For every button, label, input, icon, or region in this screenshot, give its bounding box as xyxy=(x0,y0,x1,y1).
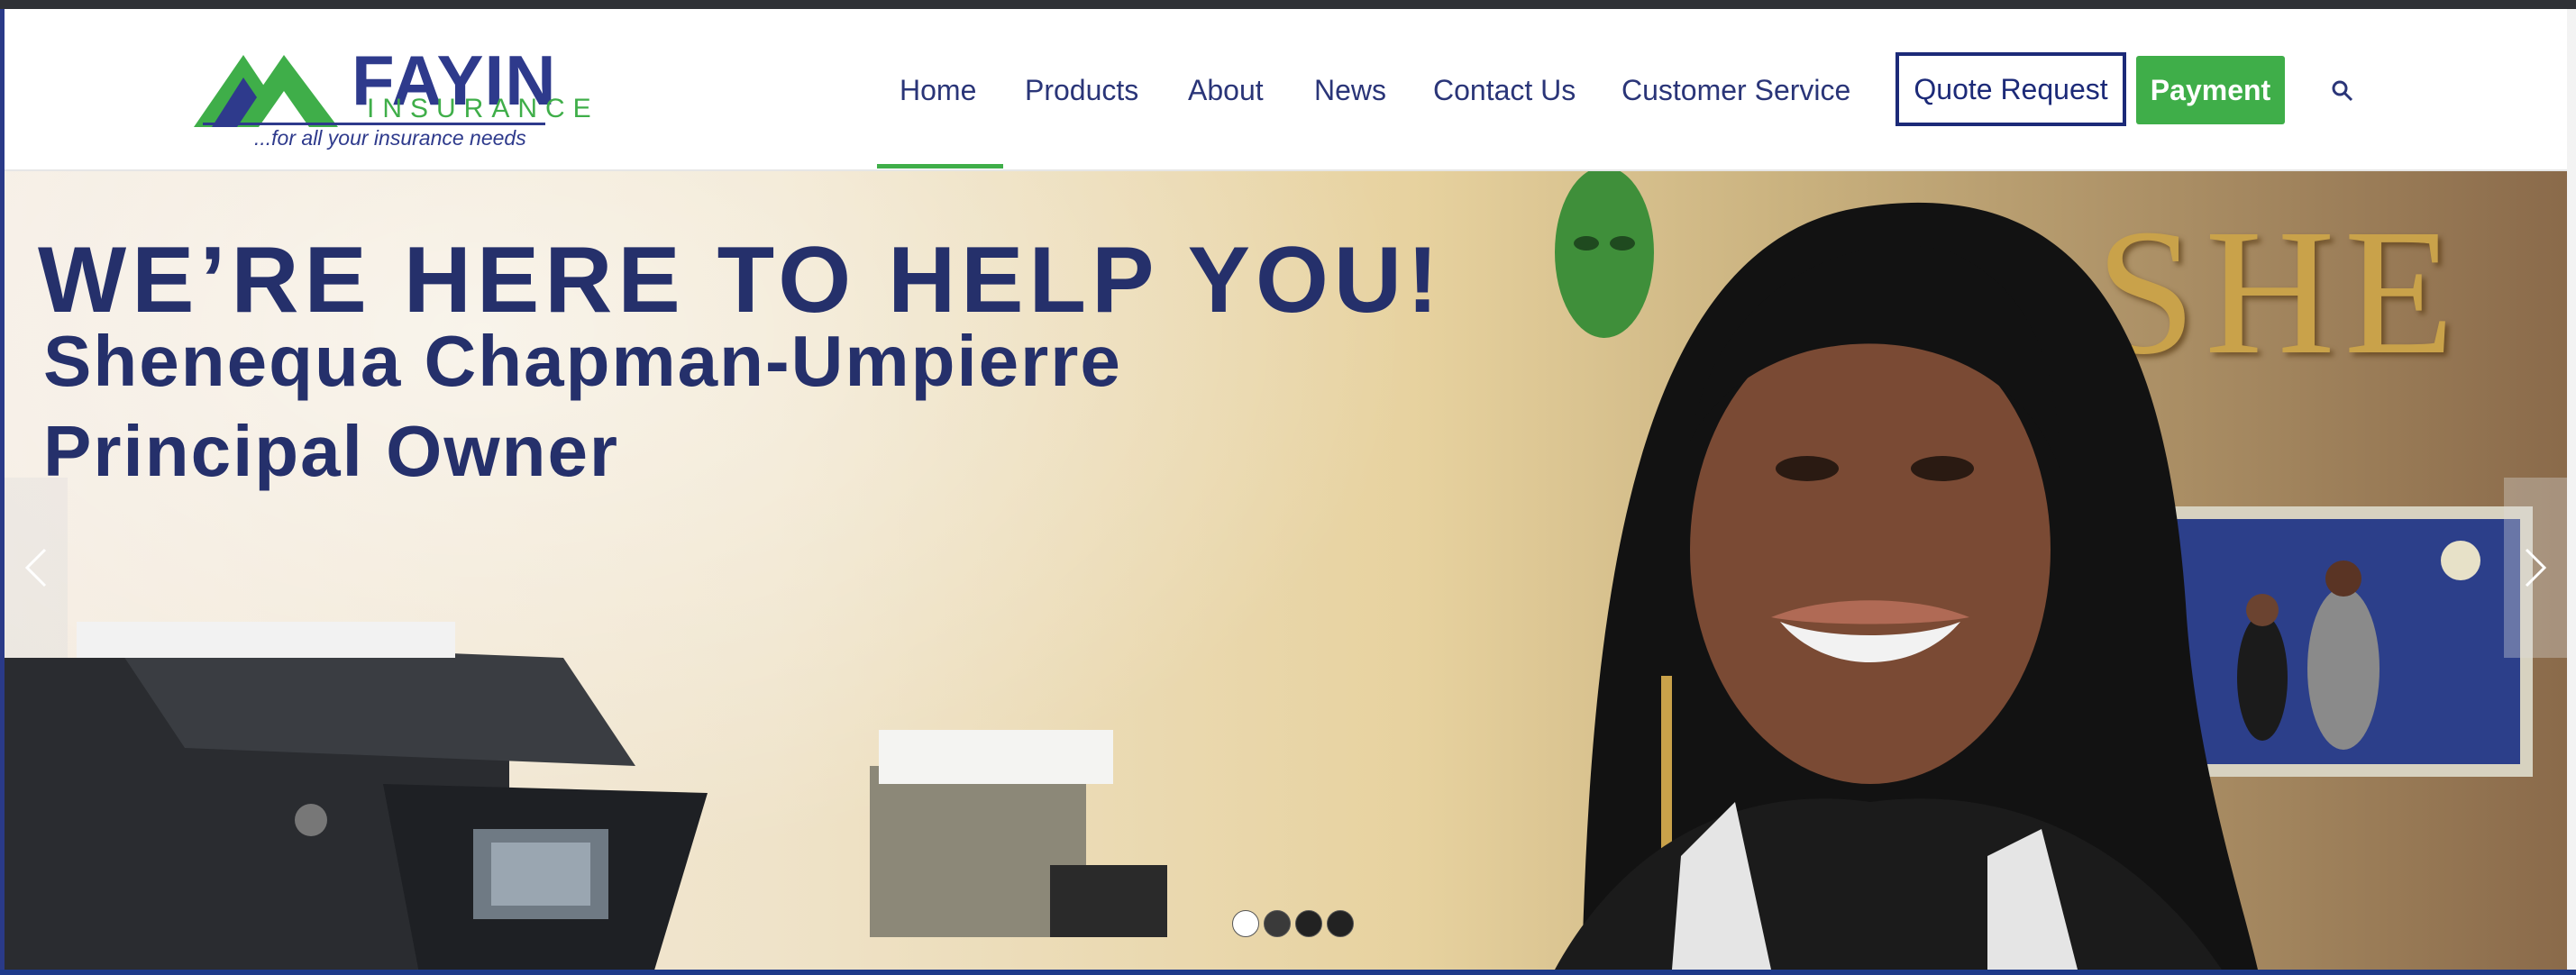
nav-active-indicator xyxy=(877,164,1003,169)
logo-mark-icon xyxy=(194,55,338,127)
nav-products[interactable]: Products xyxy=(1025,74,1138,107)
printer-image xyxy=(5,622,708,970)
chevron-right-icon xyxy=(2525,548,2547,588)
paper-stack xyxy=(870,730,1167,937)
slider-next-button[interactable] xyxy=(2504,478,2567,658)
quote-request-button[interactable]: Quote Request xyxy=(1895,52,2126,126)
hero-headline: WE’RE HERE TO HELP YOU! xyxy=(38,228,1444,333)
slider-dots xyxy=(1232,910,1354,937)
slider-dot-2[interactable] xyxy=(1264,910,1291,937)
slider-dot-4[interactable] xyxy=(1327,910,1354,937)
nav-customer-service[interactable]: Customer Service xyxy=(1621,74,1850,107)
portrait-photo xyxy=(1555,202,2258,970)
hero-owner-name: Shenequa Chapman-Umpierre xyxy=(43,321,1122,401)
nav-home[interactable]: Home xyxy=(900,74,976,107)
chevron-left-icon xyxy=(24,548,47,588)
slider-dot-3[interactable] xyxy=(1295,910,1322,937)
logo-subname: INSURANCE xyxy=(367,94,599,123)
hero-slider: SHE WE’RE HERE TO HELP YOU! Shenequa Cha… xyxy=(5,171,2567,970)
right-edge xyxy=(2567,9,2576,970)
nav-about[interactable]: About xyxy=(1188,74,1264,107)
nav-contact-us[interactable]: Contact Us xyxy=(1433,74,1576,107)
browser-top-bar xyxy=(0,0,2576,9)
nav-news[interactable]: News xyxy=(1314,74,1386,107)
site-header: FAYIN INSURANCE ...for all your insuranc… xyxy=(5,9,2567,171)
fayin-logo[interactable]: FAYIN INSURANCE ...for all your insuranc… xyxy=(194,34,591,151)
slider-prev-button[interactable] xyxy=(5,478,68,658)
hero-owner-role: Principal Owner xyxy=(43,411,620,491)
payment-button[interactable]: Payment xyxy=(2136,56,2285,124)
logo-tagline: ...for all your insurance needs xyxy=(254,126,526,150)
slider-dot-1[interactable] xyxy=(1232,910,1259,937)
page-frame: FAYIN INSURANCE ...for all your insuranc… xyxy=(5,9,2567,970)
logo-divider xyxy=(203,123,545,125)
search-icon[interactable] xyxy=(2331,79,2354,103)
bottom-strip xyxy=(0,970,2576,975)
